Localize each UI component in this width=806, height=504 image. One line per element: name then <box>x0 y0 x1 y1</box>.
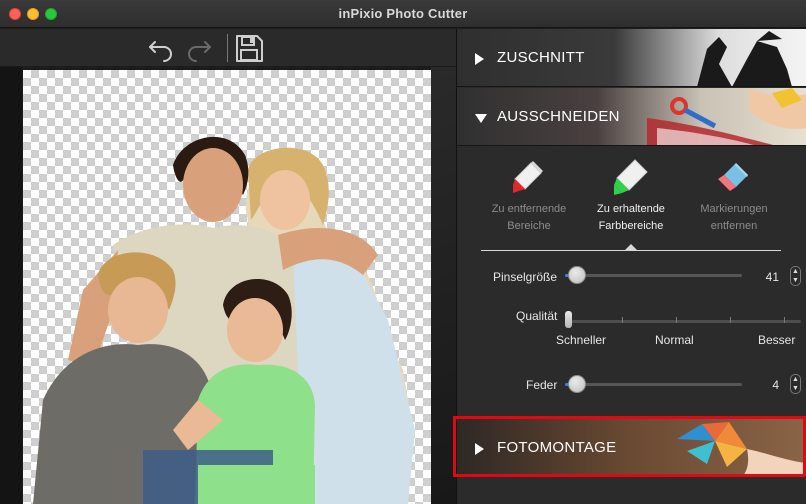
eraser-icon <box>718 163 748 191</box>
section-ausschneiden[interactable]: AUSSCHNEIDEN <box>457 88 806 146</box>
section-ausschneiden-label: AUSSCHNEIDEN <box>497 108 620 125</box>
family-photo-image <box>33 136 415 504</box>
tool-keep-areas-line1: Zu erhaltende <box>597 203 665 215</box>
red-marker-icon <box>513 161 543 193</box>
quality-option-schneller[interactable]: Schneller <box>556 333 606 347</box>
brush-size-knob[interactable] <box>568 266 586 284</box>
feather-stepper[interactable]: ▲ ▼ <box>790 374 801 394</box>
quality-slider[interactable] <box>568 320 801 323</box>
feather-label: Feder <box>526 378 558 392</box>
window-title: inPixio Photo Cutter <box>338 6 468 21</box>
tool-keep-areas-line2: Farbbereiche <box>598 220 664 232</box>
tool-erase-marks-label: Markierungen entfernen <box>682 201 786 235</box>
section-zuschnitt[interactable]: ZUSCHNITT <box>457 29 806 87</box>
tool-remove-areas-line2: Bereiche <box>507 220 551 232</box>
tools-panel: ZUSCHNITT AUSSCHNEIDEN Zu entfernende Be… <box>453 29 806 504</box>
brush-size-label: Pinselgröße <box>493 270 558 284</box>
section-zuschnitt-label: ZUSCHNITT <box>497 49 585 66</box>
chevron-right-icon <box>475 53 484 65</box>
redo-button[interactable] <box>184 33 214 63</box>
stepper-down-icon: ▼ <box>792 277 799 284</box>
quality-knob[interactable] <box>565 311 572 328</box>
feather-slider[interactable] <box>565 383 742 386</box>
toolbar-separator <box>227 34 228 62</box>
tool-remove-areas-line1: Zu entfernende <box>491 203 567 215</box>
undo-button[interactable] <box>146 33 176 63</box>
tool-keep-areas[interactable]: Zu erhaltende Farbbereiche <box>579 157 683 235</box>
image-canvas[interactable] <box>23 70 431 504</box>
chevron-down-icon <box>475 114 487 123</box>
brush-size-stepper[interactable]: ▲ ▼ <box>790 266 801 286</box>
quality-tick <box>676 317 677 323</box>
tool-erase-marks-line2: entfernen <box>710 220 758 232</box>
redo-icon <box>188 41 211 62</box>
stepper-down-icon: ▼ <box>792 385 799 392</box>
quality-option-normal[interactable]: Normal <box>655 333 694 347</box>
stepper-up-icon: ▲ <box>792 376 799 383</box>
feather-value: 4 <box>772 378 779 392</box>
quality-tick <box>784 317 785 323</box>
section-fotomontage-label: FOTOMONTAGE <box>497 439 617 456</box>
save-button[interactable] <box>234 33 264 63</box>
quality-tick <box>622 317 623 323</box>
tool-erase-marks[interactable]: Markierungen entfernen <box>682 157 786 235</box>
toolbar <box>0 29 456 67</box>
tool-keep-areas-label: Zu erhaltende Farbbereiche <box>579 201 683 235</box>
quality-label: Qualität <box>516 309 558 323</box>
canvas-area <box>0 67 456 504</box>
feather-knob[interactable] <box>568 375 586 393</box>
quality-tick <box>730 317 731 323</box>
title-bar: inPixio Photo Cutter <box>0 0 806 28</box>
tool-selection-caret <box>624 244 638 251</box>
section-fotomontage[interactable]: FOTOMONTAGE <box>457 418 806 476</box>
brush-size-slider[interactable] <box>565 274 742 277</box>
green-marker-icon <box>614 159 648 195</box>
canvas-right-margin <box>431 67 456 504</box>
tool-erase-marks-line1: Markierungen <box>700 203 768 215</box>
quality-option-besser[interactable]: Besser <box>758 333 795 347</box>
stepper-up-icon: ▲ <box>792 268 799 275</box>
tool-remove-areas[interactable]: Zu entfernende Bereiche <box>477 157 581 235</box>
canvas-left-margin <box>0 67 22 504</box>
tool-remove-areas-label: Zu entfernende Bereiche <box>477 201 581 235</box>
chevron-right-icon <box>475 443 484 455</box>
brush-size-value: 41 <box>765 270 779 284</box>
undo-icon <box>149 41 172 62</box>
save-icon <box>236 35 263 62</box>
